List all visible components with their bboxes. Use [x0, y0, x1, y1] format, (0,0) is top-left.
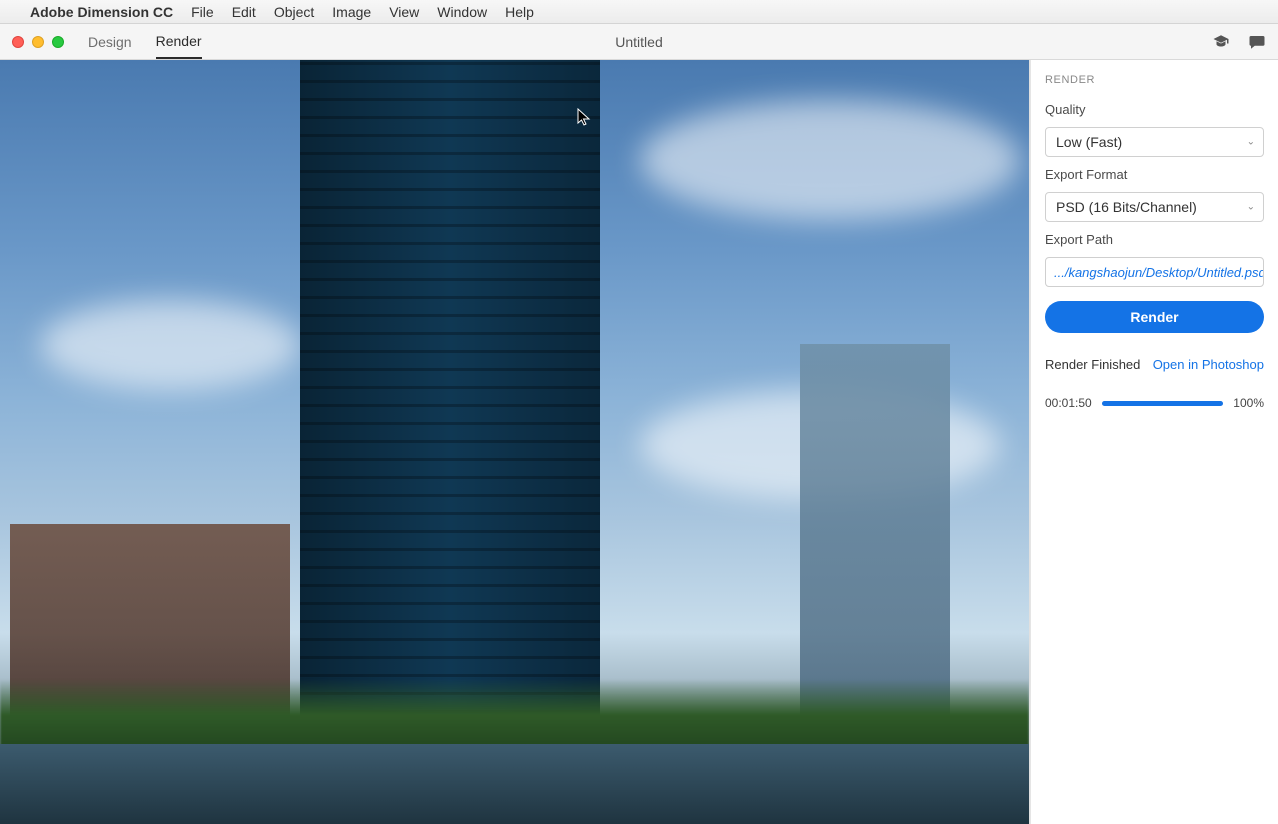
water-graphic [0, 744, 1029, 824]
document-title: Untitled [615, 34, 662, 50]
export-format-label: Export Format [1045, 167, 1264, 182]
progress-row: 00:01:50 100% [1045, 396, 1264, 410]
export-format-select[interactable]: PSD (16 Bits/Channel) ⌄ [1045, 192, 1264, 222]
progress-bar [1102, 401, 1224, 406]
elapsed-time: 00:01:50 [1045, 396, 1092, 410]
quality-label: Quality [1045, 102, 1264, 117]
mode-tabs: Design Render [88, 24, 202, 59]
quality-value: Low (Fast) [1056, 134, 1122, 150]
render-status-row: Render Finished Open in Photoshop [1045, 357, 1264, 372]
mouse-cursor-icon [577, 108, 591, 126]
menu-window[interactable]: Window [437, 4, 487, 20]
chevron-down-icon: ⌄ [1247, 137, 1255, 148]
export-path-input[interactable]: .../kangshaojun/Desktop/Untitled.psd [1045, 257, 1264, 287]
main-area: RENDER Quality Low (Fast) ⌄ Export Forma… [0, 60, 1278, 824]
progress-fill [1102, 401, 1224, 406]
chevron-down-icon: ⌄ [1247, 202, 1255, 213]
learn-icon[interactable] [1212, 33, 1230, 51]
menu-object[interactable]: Object [274, 4, 314, 20]
window-minimize-icon[interactable] [32, 36, 44, 48]
window-close-icon[interactable] [12, 36, 24, 48]
menu-edit[interactable]: Edit [232, 4, 256, 20]
window-zoom-icon[interactable] [52, 36, 64, 48]
menu-view[interactable]: View [389, 4, 419, 20]
export-path-value: .../kangshaojun/Desktop/Untitled.psd [1054, 265, 1264, 280]
render-status-text: Render Finished [1045, 357, 1140, 372]
menu-file[interactable]: File [191, 4, 214, 20]
export-path-label: Export Path [1045, 232, 1264, 247]
cloud-shape [640, 100, 1020, 220]
quality-select[interactable]: Low (Fast) ⌄ [1045, 127, 1264, 157]
window-toolbar: Design Render Untitled [0, 24, 1278, 60]
tab-render[interactable]: Render [156, 24, 202, 59]
toolbar-right [1212, 33, 1266, 51]
render-button[interactable]: Render [1045, 301, 1264, 333]
open-in-photoshop-link[interactable]: Open in Photoshop [1153, 357, 1264, 372]
cloud-shape [40, 300, 300, 390]
render-canvas[interactable] [0, 60, 1030, 824]
menu-help[interactable]: Help [505, 4, 534, 20]
tab-design[interactable]: Design [88, 24, 132, 59]
macos-menubar: Adobe Dimension CC File Edit Object Imag… [0, 0, 1278, 24]
menu-image[interactable]: Image [332, 4, 371, 20]
building-graphic [300, 60, 600, 764]
panel-header: RENDER [1045, 74, 1264, 86]
render-panel: RENDER Quality Low (Fast) ⌄ Export Forma… [1030, 60, 1278, 824]
app-name[interactable]: Adobe Dimension CC [30, 4, 173, 20]
progress-percent: 100% [1233, 396, 1264, 410]
feedback-icon[interactable] [1248, 33, 1266, 51]
export-format-value: PSD (16 Bits/Channel) [1056, 199, 1197, 215]
window-controls [12, 36, 64, 48]
